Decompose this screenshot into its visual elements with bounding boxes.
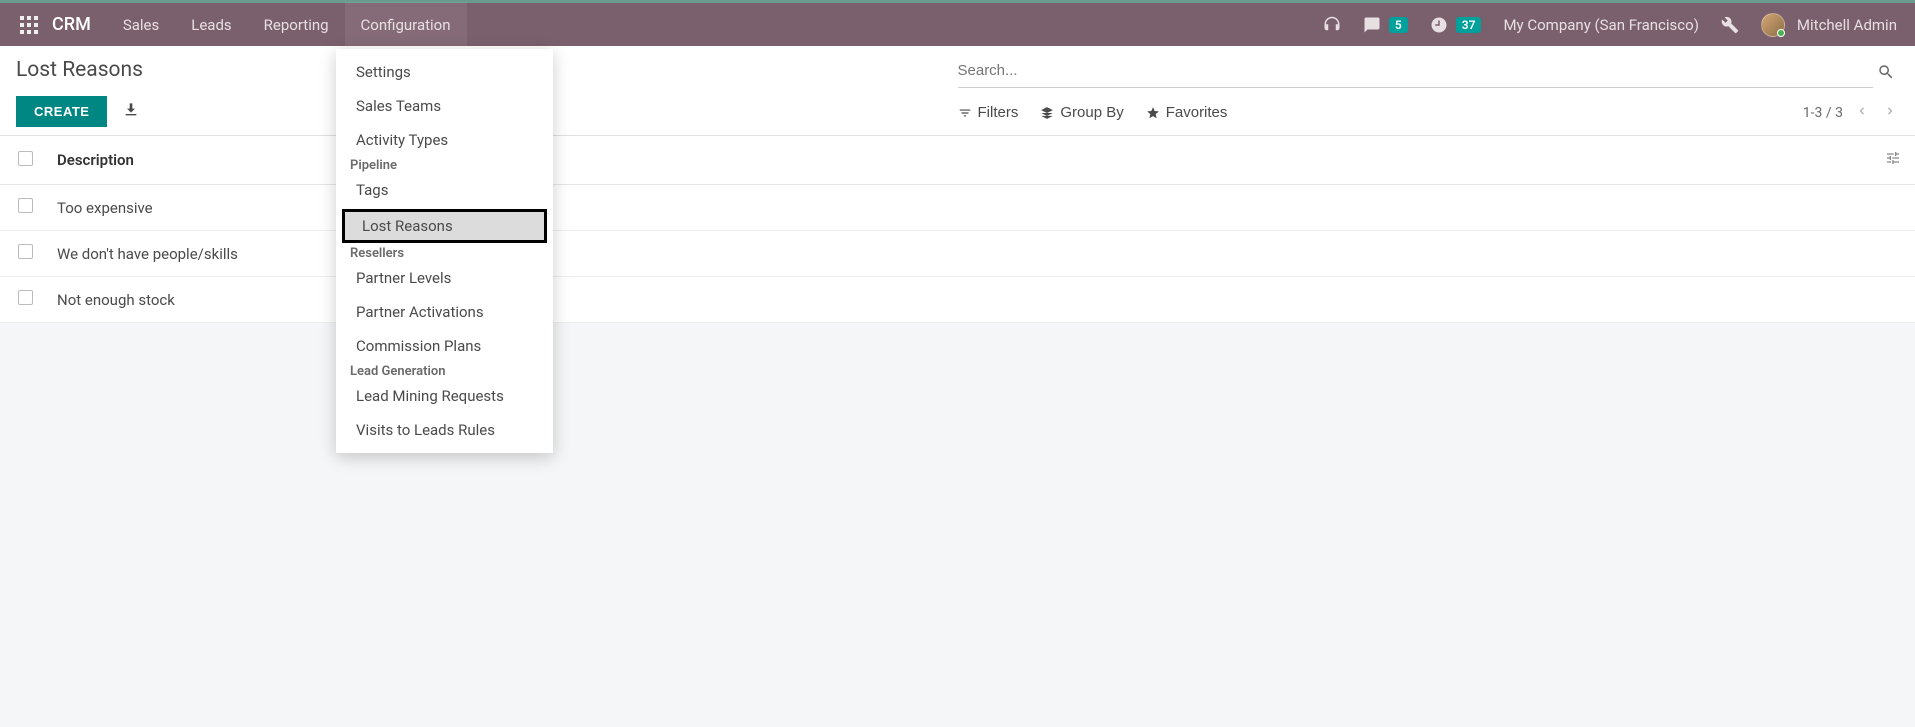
nav-leads[interactable]: Leads bbox=[175, 2, 247, 48]
user-menu[interactable]: Mitchell Admin bbox=[1753, 3, 1905, 46]
nav-configuration[interactable]: Configuration bbox=[345, 2, 467, 48]
messages-button[interactable]: 5 bbox=[1355, 3, 1416, 46]
dropdown-lead-mining[interactable]: Lead Mining Requests bbox=[336, 379, 553, 413]
configuration-dropdown: Settings Sales Teams Activity Types Pipe… bbox=[336, 49, 553, 453]
row-description: Too expensive bbox=[45, 185, 1873, 231]
user-name: Mitchell Admin bbox=[1797, 16, 1897, 34]
dropdown-partner-levels[interactable]: Partner Levels bbox=[336, 261, 553, 295]
search-icon bbox=[1877, 63, 1895, 81]
status-dot bbox=[1777, 29, 1785, 37]
activities-badge: 37 bbox=[1456, 17, 1482, 33]
dropdown-tags[interactable]: Tags bbox=[336, 173, 553, 207]
row-description: We don't have people/skills bbox=[45, 231, 1873, 277]
table-row[interactable]: Not enough stock bbox=[0, 277, 1915, 323]
pager: 1-3 / 3 bbox=[1803, 102, 1899, 123]
dropdown-partner-activations[interactable]: Partner Activations bbox=[336, 295, 553, 329]
row-description: Not enough stock bbox=[45, 277, 1873, 323]
search-input[interactable] bbox=[958, 58, 1874, 83]
nav-reporting[interactable]: Reporting bbox=[248, 2, 345, 48]
headset-icon bbox=[1323, 16, 1341, 34]
apps-launcher[interactable] bbox=[10, 16, 48, 34]
select-all-checkbox[interactable] bbox=[18, 151, 33, 166]
table-row[interactable]: We don't have people/skills bbox=[0, 231, 1915, 277]
row-checkbox[interactable] bbox=[18, 198, 33, 213]
clock-icon bbox=[1430, 16, 1448, 34]
row-checkbox[interactable] bbox=[18, 290, 33, 305]
table-row[interactable]: Too expensive bbox=[0, 185, 1915, 231]
favorites-label: Favorites bbox=[1166, 104, 1228, 121]
filters-button[interactable]: Filters bbox=[958, 104, 1019, 121]
dropdown-settings[interactable]: Settings bbox=[336, 55, 553, 89]
dropdown-header-pipeline: Pipeline bbox=[336, 148, 411, 177]
columns-config-button[interactable] bbox=[1885, 152, 1901, 170]
list-view: Description Too expensive We don't have … bbox=[0, 136, 1915, 323]
dropdown-header-leadgen: Lead Generation bbox=[336, 354, 459, 383]
nav-sales[interactable]: Sales bbox=[107, 2, 175, 48]
comments-icon bbox=[1363, 16, 1381, 34]
voip-button[interactable] bbox=[1315, 3, 1349, 46]
app-brand[interactable]: CRM bbox=[48, 14, 107, 35]
company-selector[interactable]: My Company (San Francisco) bbox=[1495, 3, 1706, 46]
apps-grid-icon bbox=[20, 16, 38, 34]
download-icon bbox=[123, 102, 139, 118]
chevron-left-icon bbox=[1855, 104, 1869, 118]
row-checkbox[interactable] bbox=[18, 244, 33, 259]
wrench-icon bbox=[1721, 16, 1739, 34]
avatar bbox=[1761, 13, 1785, 37]
messages-badge: 5 bbox=[1389, 17, 1408, 33]
layers-icon bbox=[1040, 106, 1054, 120]
dropdown-visits-rules[interactable]: Visits to Leads Rules bbox=[336, 413, 553, 447]
filters-label: Filters bbox=[978, 104, 1019, 121]
debug-button[interactable] bbox=[1713, 3, 1747, 46]
groupby-label: Group By bbox=[1060, 104, 1123, 121]
column-header-description[interactable]: Description bbox=[45, 136, 1873, 185]
pager-range: 1-3 / 3 bbox=[1803, 105, 1843, 121]
dropdown-header-resellers: Resellers bbox=[336, 236, 418, 265]
export-button[interactable] bbox=[117, 96, 145, 127]
control-panel: Lost Reasons CREATE Filters Group By bbox=[0, 46, 1915, 136]
create-button[interactable]: CREATE bbox=[16, 96, 107, 127]
activities-button[interactable]: 37 bbox=[1422, 3, 1490, 46]
pager-prev[interactable] bbox=[1853, 102, 1871, 123]
chevron-right-icon bbox=[1883, 104, 1897, 118]
sliders-icon bbox=[1885, 150, 1901, 166]
groupby-button[interactable]: Group By bbox=[1040, 104, 1123, 121]
funnel-icon bbox=[958, 106, 972, 120]
star-icon bbox=[1146, 106, 1160, 120]
search-button[interactable] bbox=[1873, 59, 1899, 88]
pager-next[interactable] bbox=[1881, 102, 1899, 123]
favorites-button[interactable]: Favorites bbox=[1146, 104, 1228, 121]
dropdown-sales-teams[interactable]: Sales Teams bbox=[336, 89, 553, 123]
main-navbar: CRM Sales Leads Reporting Configuration … bbox=[0, 0, 1915, 46]
